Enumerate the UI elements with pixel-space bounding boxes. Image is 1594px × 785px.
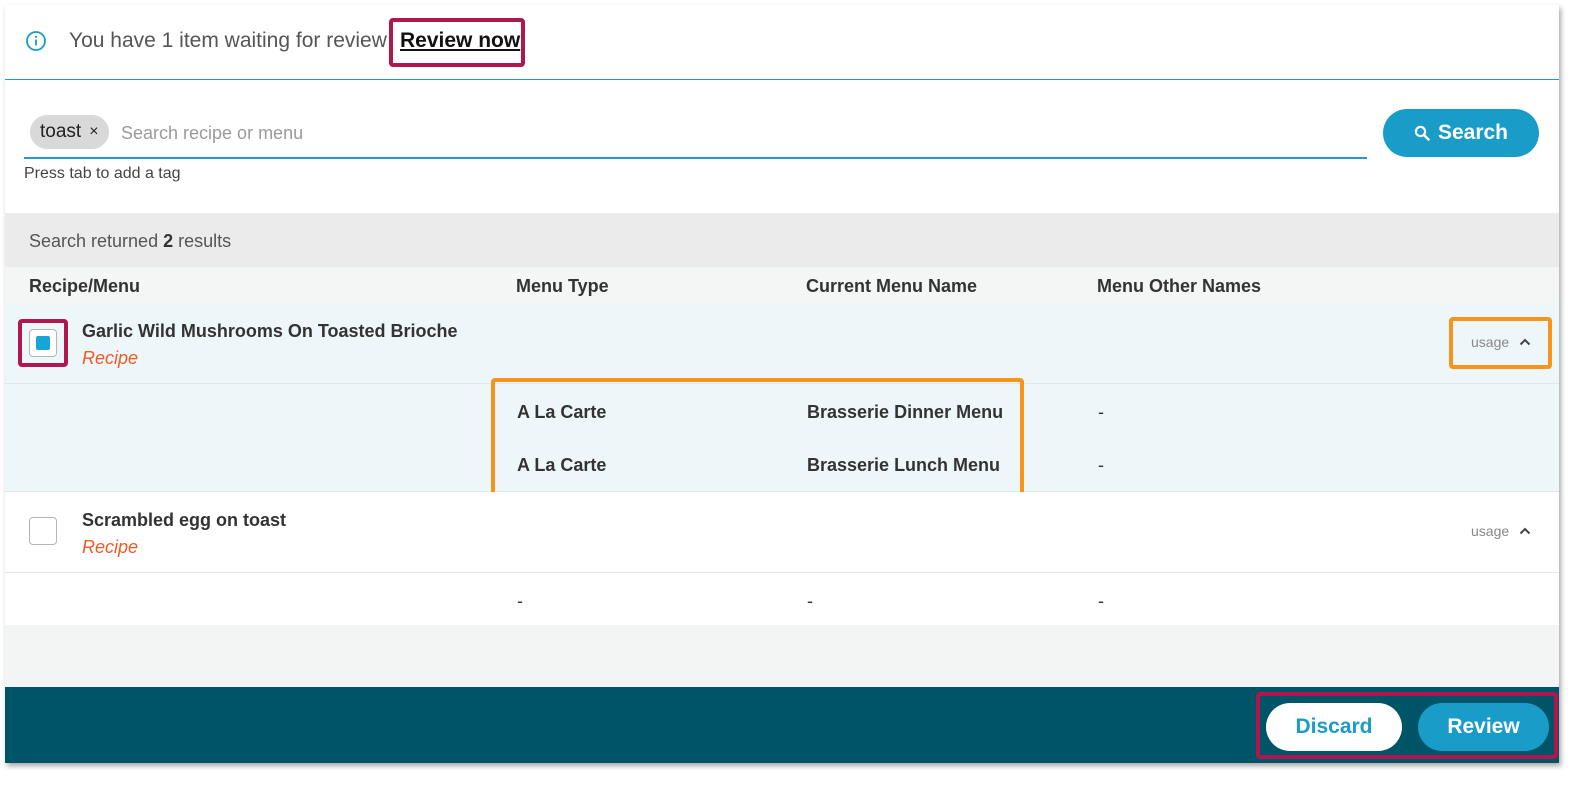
search-icon — [1414, 125, 1430, 141]
recipe-type: Recipe — [82, 348, 139, 368]
column-header-current-menu-name: Current Menu Name — [806, 276, 978, 296]
search-input[interactable] — [119, 117, 1323, 149]
search-tag-label: toast — [40, 121, 82, 142]
usage-current-menu-name: - — [807, 591, 813, 611]
usage-detail — [5, 573, 1559, 625]
banner-message: You have 1 item waiting for review — [69, 29, 387, 52]
column-header-menu-other-names: Menu Other Names — [1097, 276, 1262, 296]
search-button[interactable]: Search — [1383, 109, 1539, 157]
chevron-up-icon — [1519, 527, 1531, 535]
highlight-review-now — [389, 18, 525, 67]
usage-other-names: - — [1098, 591, 1104, 611]
highlight-usage-detail — [491, 378, 1024, 497]
table-row — [5, 303, 1559, 384]
column-header-recipe-menu: Recipe/Menu — [29, 276, 141, 296]
usage-other-names: - — [1098, 402, 1104, 422]
usage-toggle[interactable]: usage — [1471, 523, 1531, 539]
search-underline — [24, 157, 1367, 159]
results-summary: Search returned 2 results — [29, 231, 231, 252]
recipe-name[interactable]: Scrambled egg on toast — [82, 510, 286, 531]
table-header — [5, 267, 1559, 304]
review-banner: You have 1 item waiting for review Revie… — [5, 5, 1559, 80]
recipe-name[interactable]: Garlic Wild Mushrooms On Toasted Brioche — [82, 321, 458, 342]
table-empty-area — [5, 625, 1559, 687]
search-hint: Press tab to add a tag — [24, 165, 181, 182]
results-count: 2 — [163, 231, 174, 251]
info-icon — [26, 31, 46, 51]
row-checkbox[interactable] — [29, 517, 57, 545]
usage-menu-type: - — [517, 591, 523, 611]
usage-other-names: - — [1098, 455, 1104, 475]
highlight-usage-toggle — [1449, 317, 1552, 369]
recipe-type: Recipe — [82, 537, 139, 557]
remove-tag-icon[interactable]: × — [89, 123, 98, 141]
results-suffix: results — [178, 231, 232, 251]
table-row — [5, 492, 1559, 573]
results-summary-band — [5, 213, 1559, 267]
column-header-menu-type: Menu Type — [516, 276, 609, 296]
highlight-footer-buttons — [1256, 692, 1558, 759]
usage-label: usage — [1471, 523, 1510, 539]
search-tag[interactable]: toast × — [30, 115, 109, 149]
highlight-row-checkbox — [18, 319, 68, 367]
search-button-label: Search — [1437, 121, 1509, 144]
results-prefix: Search returned — [29, 231, 159, 251]
app-window: You have 1 item waiting for review Revie… — [5, 5, 1559, 763]
